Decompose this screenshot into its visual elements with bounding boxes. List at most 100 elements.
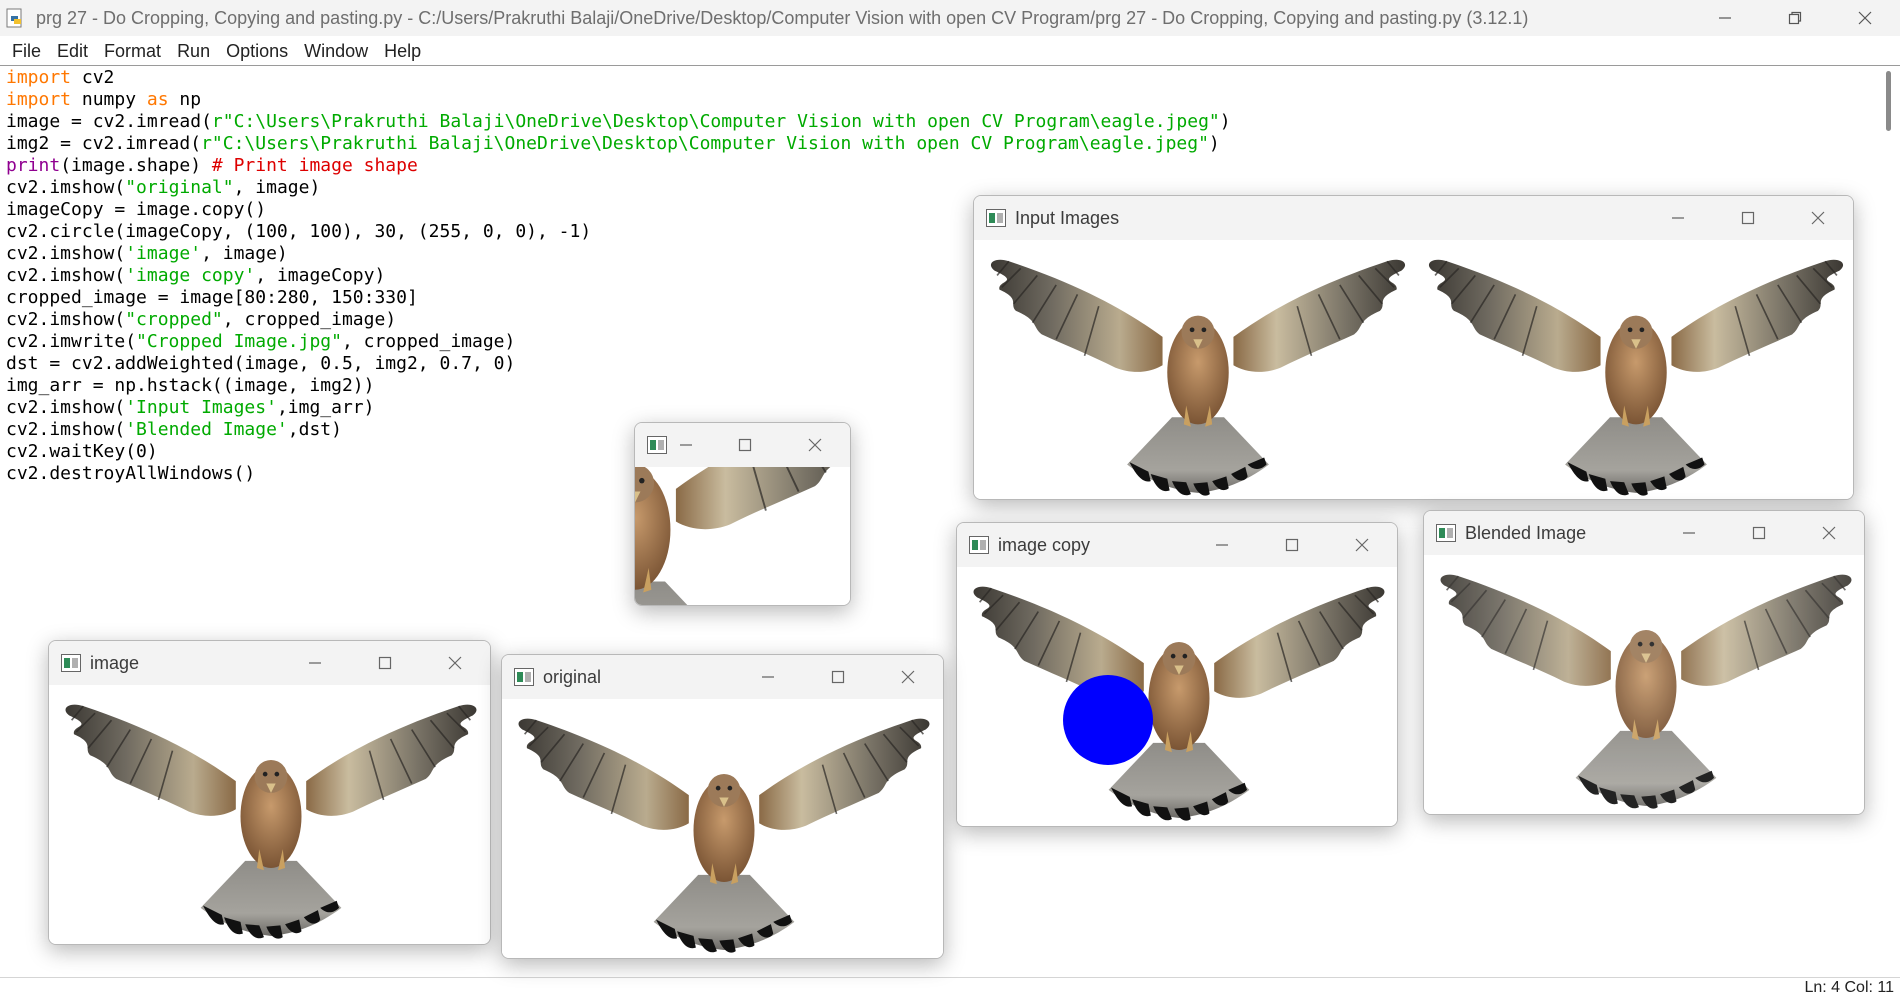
minimize-button[interactable] <box>662 423 710 467</box>
minimize-button[interactable] <box>1690 0 1760 36</box>
original-title: original <box>543 667 602 687</box>
title-bar[interactable]: prg 27 - Do Cropping, Copying and pastin… <box>0 0 1900 36</box>
minimize-icon <box>309 662 321 664</box>
code-token: 'image copy' <box>125 265 256 286</box>
image-window[interactable]: image <box>48 640 491 945</box>
input-images-window[interactable]: Input Images <box>973 195 1854 500</box>
minimize-button[interactable] <box>280 641 350 685</box>
code-token: cropped_image = image[80:280, 150:330] <box>6 287 418 308</box>
drawn-blue-circle <box>1063 675 1153 765</box>
restore-icon <box>1788 11 1802 25</box>
blended-image-window[interactable]: Blended Image <box>1423 510 1865 815</box>
cropped-titlebar[interactable] <box>635 423 850 467</box>
code-token: ,dst) <box>287 419 342 440</box>
code-token: "Cropped Image.jpg" <box>136 331 342 352</box>
close-icon <box>448 656 462 670</box>
eagle-cropped-image <box>635 467 850 605</box>
minimize-button[interactable] <box>1643 196 1713 240</box>
code-line[interactable]: img2 = cv2.imread(r"C:\Users\Prakruthi B… <box>6 133 1231 155</box>
maximize-icon <box>378 656 392 670</box>
code-token: cv2.imshow( <box>6 419 126 440</box>
maximize-button[interactable] <box>350 641 420 685</box>
menu-options[interactable]: Options <box>218 36 296 66</box>
maximize-button[interactable] <box>1257 523 1327 567</box>
opencv-window-icon <box>969 536 989 554</box>
original-window[interactable]: original <box>501 654 944 959</box>
maximize-icon <box>738 438 752 452</box>
python-file-icon <box>6 8 22 28</box>
code-token: cv2.circle(imageCopy, (100, 100), 30, (2… <box>6 221 592 242</box>
code-token: cv2.imshow( <box>6 243 126 264</box>
code-token: as <box>146 89 169 110</box>
close-icon <box>1811 211 1825 225</box>
code-token: cv2 <box>71 67 115 88</box>
window-title: prg 27 - Do Cropping, Copying and pastin… <box>36 7 1529 28</box>
cropped-window[interactable] <box>634 422 851 606</box>
code-token: cv2.imshow( <box>6 177 126 198</box>
code-token: ,img_arr) <box>276 397 375 418</box>
opencv-window-icon <box>61 654 81 672</box>
menu-help[interactable]: Help <box>376 36 429 66</box>
minimize-icon <box>680 444 692 446</box>
cropped-canvas <box>635 467 850 605</box>
eagle-image <box>64 703 478 940</box>
maximize-button[interactable] <box>803 655 873 699</box>
code-token: cv2.imshow( <box>6 265 126 286</box>
original-titlebar[interactable]: original <box>502 655 943 699</box>
input-images-titlebar[interactable]: Input Images <box>974 196 1853 240</box>
close-button[interactable] <box>1327 523 1397 567</box>
code-line[interactable]: print(image.shape) # Print image shape <box>6 155 1231 177</box>
menu-window[interactable]: Window <box>296 36 376 66</box>
close-button[interactable] <box>780 423 850 467</box>
scrollbar-thumb[interactable] <box>1886 71 1891 131</box>
maximize-button[interactable] <box>1724 511 1794 555</box>
minimize-icon <box>762 676 774 678</box>
opencv-window-icon <box>986 209 1006 227</box>
close-button[interactable] <box>1794 511 1864 555</box>
image-canvas <box>49 685 490 944</box>
code-token: , cropped_image) <box>341 331 516 352</box>
blended-image-titlebar[interactable]: Blended Image <box>1424 511 1864 555</box>
image-copy-window[interactable]: image copy <box>956 522 1398 827</box>
maximize-button[interactable] <box>710 423 780 467</box>
close-button[interactable] <box>1783 196 1853 240</box>
code-line[interactable]: image = cv2.imread(r"C:\Users\Prakruthi … <box>6 111 1231 133</box>
menu-format[interactable]: Format <box>96 36 169 66</box>
minimize-button[interactable] <box>733 655 803 699</box>
maximize-icon <box>1285 538 1299 552</box>
maximize-button[interactable] <box>1713 196 1783 240</box>
code-token: np <box>168 89 202 110</box>
code-token: "cropped" <box>125 309 223 330</box>
code-token: cv2.destroyAllWindows() <box>6 463 256 484</box>
menu-edit[interactable]: Edit <box>49 36 96 66</box>
original-canvas <box>502 699 943 958</box>
blended-image-title: Blended Image <box>1465 523 1587 543</box>
eagle-image-right <box>1428 258 1844 497</box>
code-token: print <box>6 155 61 176</box>
eagle-image-copy <box>972 585 1386 822</box>
code-token: img2 = cv2.imread( <box>6 133 202 154</box>
code-token: ) <box>1219 111 1231 132</box>
image-copy-titlebar[interactable]: image copy <box>957 523 1397 567</box>
code-token: cv2.imshow( <box>6 309 126 330</box>
code-token: img_arr = np.hstack((image, img2)) <box>6 375 375 396</box>
code-line[interactable]: import cv2 <box>6 67 1231 89</box>
code-token: cv2.imwrite( <box>6 331 137 352</box>
menu-file[interactable]: File <box>4 36 49 66</box>
minimize-button[interactable] <box>1654 511 1724 555</box>
minimize-button[interactable] <box>1187 523 1257 567</box>
image-titlebar[interactable]: image <box>49 641 490 685</box>
code-token: , imageCopy) <box>255 265 386 286</box>
menu-run[interactable]: Run <box>169 36 218 66</box>
code-token: r"C:\Users\Prakruthi Balaji\OneDrive\Des… <box>201 133 1209 154</box>
cursor-position: Ln: 4 Col: 11 <box>1804 979 1894 996</box>
close-icon <box>1858 11 1872 25</box>
restore-button[interactable] <box>1760 0 1830 36</box>
vertical-scrollbar[interactable] <box>1878 67 1900 977</box>
maximize-icon <box>1741 211 1755 225</box>
opencv-window-icon <box>1436 524 1456 542</box>
close-button[interactable] <box>1830 0 1900 36</box>
code-line[interactable]: import numpy as np <box>6 89 1231 111</box>
close-button[interactable] <box>420 641 490 685</box>
close-button[interactable] <box>873 655 943 699</box>
